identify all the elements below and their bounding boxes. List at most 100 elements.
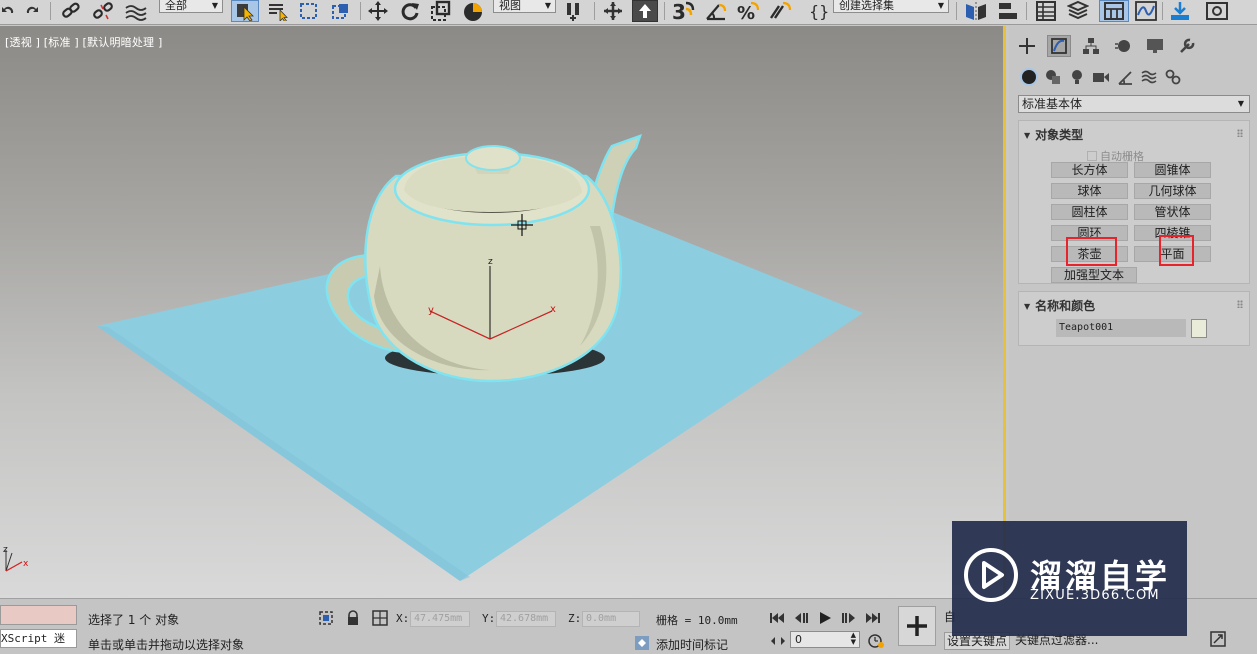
render-setup-icon[interactable] bbox=[1166, 0, 1194, 22]
name-color-rollout: ▼ 名称和颜色 Teapot001 bbox=[1018, 291, 1250, 346]
rollout-grip[interactable] bbox=[1237, 129, 1243, 137]
svg-text:%: % bbox=[737, 3, 755, 22]
ribbon-icon[interactable] bbox=[1099, 0, 1129, 22]
redo-icon[interactable] bbox=[22, 0, 44, 22]
geosphere-button[interactable]: 几何球体 bbox=[1134, 183, 1211, 199]
z-coordinate-field[interactable]: 0.0mm bbox=[582, 611, 640, 627]
motion-tab[interactable] bbox=[1111, 35, 1135, 57]
mirror-icon[interactable] bbox=[962, 0, 990, 22]
select-by-name-icon[interactable] bbox=[264, 0, 292, 22]
maximize-viewport-icon[interactable] bbox=[1210, 631, 1226, 647]
watermark-logo-icon bbox=[964, 548, 1018, 602]
select-object-icon[interactable] bbox=[231, 0, 259, 22]
watermark-url: ZIXUE.3D66.COM bbox=[1030, 588, 1160, 603]
object-type-header[interactable]: ▼ 对象类型 bbox=[1024, 126, 1083, 143]
cameras-icon[interactable] bbox=[1091, 67, 1111, 87]
selection-filter-dropdown[interactable]: 全部 ▼ bbox=[159, 0, 223, 13]
systems-icon[interactable] bbox=[1163, 67, 1183, 87]
add-time-tag[interactable]: 添加时间标记 bbox=[656, 636, 728, 653]
perspective-viewport[interactable]: z y x z x [透视 ] [标准 ] [默认明暗处理 ] bbox=[0, 26, 1006, 598]
region-select-icon[interactable] bbox=[296, 0, 322, 22]
isolate-selection-icon[interactable] bbox=[318, 610, 334, 626]
main-toolbar: 全部 ▼ 视图 ▼ 3 % {} 创建选择集 ▼ bbox=[0, 0, 1257, 25]
edit-named-selection-icon[interactable]: {} bbox=[806, 0, 830, 22]
selection-status: 选择了 1 个 对象 bbox=[88, 613, 180, 627]
y-coordinate-field[interactable]: 42.678mm bbox=[496, 611, 556, 627]
bind-space-warp-icon[interactable] bbox=[122, 0, 150, 22]
rotate-icon[interactable] bbox=[398, 0, 422, 22]
named-selection-set-dropdown[interactable]: 创建选择集 ▼ bbox=[833, 0, 949, 13]
object-category-dropdown[interactable]: 标准基本体 ▼ bbox=[1018, 95, 1250, 113]
next-frame-icon[interactable] bbox=[840, 610, 858, 626]
teapot-object: z y x bbox=[325, 133, 642, 383]
svg-text:z: z bbox=[3, 545, 8, 555]
set-key-plus-button[interactable] bbox=[898, 606, 936, 646]
curve-editor-icon[interactable] bbox=[1132, 0, 1160, 22]
use-pivot-center-icon[interactable] bbox=[562, 0, 588, 22]
align-icon[interactable] bbox=[994, 0, 1022, 22]
cone-button[interactable]: 圆锥体 bbox=[1134, 162, 1211, 178]
svg-text:3: 3 bbox=[672, 0, 686, 22]
svg-text:{}: {} bbox=[809, 2, 829, 21]
svg-text:x: x bbox=[23, 559, 29, 569]
placement-icon[interactable] bbox=[460, 0, 486, 22]
rollout-grip[interactable] bbox=[1237, 300, 1243, 308]
helpers-icon[interactable] bbox=[1115, 67, 1135, 87]
y-label: Y: bbox=[482, 612, 496, 625]
scene-explorer-icon[interactable] bbox=[1032, 0, 1060, 22]
layer-explorer-icon[interactable] bbox=[1064, 0, 1092, 22]
object-name-field[interactable]: Teapot001 bbox=[1056, 319, 1186, 337]
x-coordinate-field[interactable]: 47.475mm bbox=[410, 611, 470, 627]
shapes-icon[interactable] bbox=[1043, 67, 1063, 87]
snap-3d-icon[interactable]: 3 bbox=[670, 0, 698, 22]
unlink-icon[interactable] bbox=[90, 0, 116, 22]
box-button[interactable]: 长方体 bbox=[1051, 162, 1128, 178]
watermark-overlay: 溜溜自学 ZIXUE.3D66.COM bbox=[952, 521, 1187, 636]
object-color-swatch[interactable] bbox=[1191, 319, 1207, 338]
lights-icon[interactable] bbox=[1067, 67, 1087, 87]
modify-tab[interactable] bbox=[1047, 35, 1071, 57]
spinner-snap-icon[interactable] bbox=[766, 0, 794, 22]
current-frame-field[interactable]: 0 ▲ ▼ bbox=[790, 631, 860, 648]
geometry-icon[interactable] bbox=[1019, 67, 1039, 87]
textplus-button[interactable]: 加强型文本 bbox=[1051, 267, 1137, 283]
cylinder-button[interactable]: 圆柱体 bbox=[1051, 204, 1128, 220]
space-warps-icon[interactable] bbox=[1139, 67, 1159, 87]
rendered-frame-icon[interactable] bbox=[1203, 0, 1231, 22]
viewport-label[interactable]: [透视 ] [标准 ] [默认明暗处理 ] bbox=[5, 34, 162, 50]
maxscript-input[interactable]: XScript 迷 bbox=[0, 629, 77, 648]
go-to-end-icon[interactable] bbox=[864, 610, 882, 626]
previous-frame-icon[interactable] bbox=[792, 610, 810, 626]
move-icon[interactable] bbox=[366, 0, 390, 22]
undo-icon[interactable] bbox=[0, 0, 16, 22]
key-mode-toggle-icon[interactable] bbox=[770, 633, 786, 649]
go-to-start-icon[interactable] bbox=[768, 610, 786, 626]
time-configuration-icon[interactable] bbox=[868, 632, 884, 648]
tube-button[interactable]: 管状体 bbox=[1134, 204, 1211, 220]
z-label: Z: bbox=[568, 612, 582, 625]
percent-snap-icon[interactable]: % bbox=[734, 0, 762, 22]
time-tag-icon[interactable] bbox=[634, 635, 650, 651]
link-icon[interactable] bbox=[58, 0, 84, 22]
sphere-button[interactable]: 球体 bbox=[1051, 183, 1128, 199]
scene-render: z y x z x bbox=[3, 133, 863, 581]
grid-size: 栅格 = 10.0mm bbox=[656, 614, 738, 627]
maxscript-listener-mini[interactable] bbox=[0, 605, 77, 625]
window-crossing-icon[interactable] bbox=[328, 0, 354, 22]
angle-snap-icon[interactable] bbox=[702, 0, 730, 22]
x-label: X: bbox=[396, 612, 410, 625]
select-manipulate-icon[interactable] bbox=[600, 0, 626, 22]
keyboard-shortcut-icon[interactable] bbox=[632, 0, 658, 22]
ref-coord-dropdown[interactable]: 视图 ▼ bbox=[493, 0, 556, 13]
hierarchy-tab[interactable] bbox=[1079, 35, 1103, 57]
svg-text:y: y bbox=[428, 305, 434, 316]
name-color-header[interactable]: ▼ 名称和颜色 bbox=[1024, 297, 1095, 314]
lock-selection-icon[interactable] bbox=[345, 610, 361, 626]
absolute-mode-icon[interactable] bbox=[372, 610, 388, 626]
play-icon[interactable] bbox=[816, 610, 834, 626]
teapot-highlight-box bbox=[1066, 237, 1117, 266]
create-tab[interactable] bbox=[1015, 35, 1039, 57]
display-tab[interactable] bbox=[1143, 35, 1167, 57]
scale-icon[interactable] bbox=[428, 0, 454, 22]
utilities-tab[interactable] bbox=[1175, 35, 1199, 57]
